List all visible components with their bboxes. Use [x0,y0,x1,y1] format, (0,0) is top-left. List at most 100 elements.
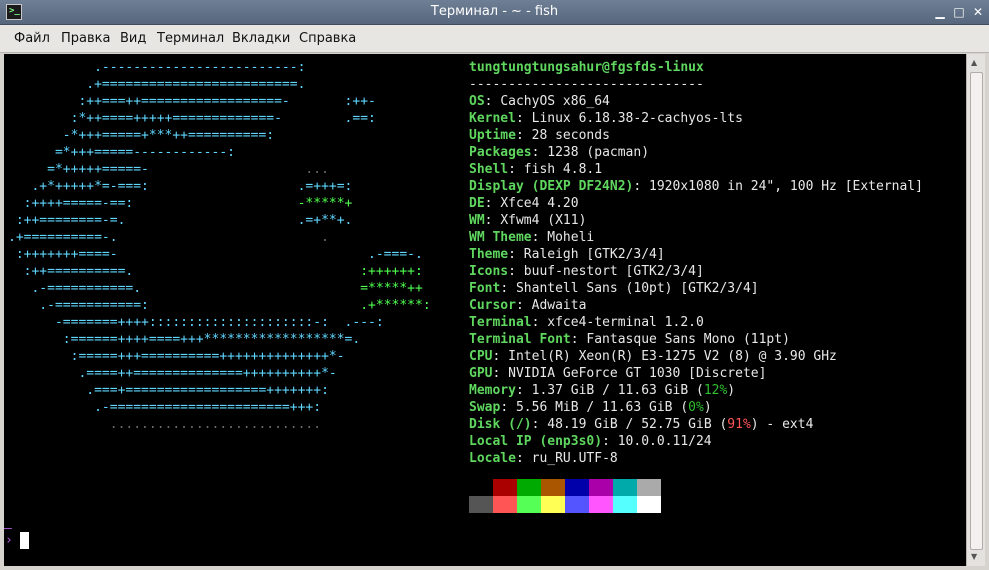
color-palette [469,479,661,513]
palette-swatch [541,479,565,496]
usage-percent: 0% [688,400,704,415]
system-info: tungtungtungsahur@fgsfds-linux ---------… [469,59,923,467]
info-key: Cursor [469,298,516,313]
logo-segment: . [117,230,329,245]
info-row: Theme: Raleigh [GTK2/3/4] [469,247,665,262]
info-key: Theme [469,247,509,262]
palette-swatch [565,479,589,496]
info-key: Display (DEXP DF24N2) [469,179,634,194]
info-value: 1238 (pacman) [547,145,650,160]
palette-bright-row [469,496,661,513]
logo-segment: .=+++=: [148,179,353,194]
logo-segment: .+*+++++*=-===: [8,179,149,194]
menu-file[interactable]: Файл [14,31,50,47]
info-value: fish 4.8.1 [523,162,603,177]
palette-swatch [493,479,517,496]
info-key: OS [469,94,485,109]
logo-segment: .-===-. [117,247,423,262]
text-cursor[interactable] [20,532,29,549]
info-key: Packages [469,145,532,160]
info-key: WM [469,213,485,228]
logo-segment: .====++==============++++++++++*- [8,366,337,381]
logo-segment: .-=======================+++: [8,400,322,415]
palette-swatch [493,496,517,513]
info-value: Xfce4 4.20 [500,196,579,211]
info-value: 10.0.0.11/24 [617,434,712,449]
menu-help[interactable]: Справка [299,31,356,47]
info-row: Terminal Font: Fantasque Sans Mono (11pt… [469,332,790,347]
info-value: 28 seconds [531,128,610,143]
info-row: DE: Xfce4 4.20 [469,196,579,211]
info-row: Shell: fish 4.8.1 [469,162,603,177]
info-row: Locale: ru_RU.UTF-8 [469,451,618,466]
info-key: Uptime [469,128,516,143]
scrollbar-thumb[interactable] [970,72,983,550]
info-key: Locale [469,451,516,466]
logo-segment: .-===========. [8,281,142,296]
maximize-button[interactable]: □ [952,5,966,19]
menu-bar: Файл Правка Вид Терминал Вкладки Справка [0,25,989,53]
info-key: Local IP (enp3s0) [469,434,603,449]
logo-segment: .+==========-. [8,230,118,245]
minimize-button[interactable]: ▁ [933,5,947,19]
logo-segment: =*+++++=====- [8,162,149,177]
logo-segment: -=======++++:::::::::::::::::::::-: .---… [8,315,384,330]
info-value: 1920x1080 in 24", 100 Hz [External] [649,179,923,194]
info-value: NVIDIA GeForce GT 1030 [Discrete] [508,366,767,381]
info-row: Disk (/): 48.19 GiB / 52.75 GiB (91%) - … [469,417,814,432]
info-value: 5.56 MiB / 11.63 GiB ( [515,400,689,415]
info-value: Fantasque Sans Mono (11pt) [586,332,790,347]
logo-segment: .-------------------------: [8,60,306,75]
info-row: Uptime: 28 seconds [469,128,610,143]
scroll-down-icon[interactable]: ▼ [971,552,977,561]
info-key: Disk (/) [469,417,532,432]
palette-swatch [613,496,637,513]
info-value: ru_RU.UTF-8 [531,451,618,466]
menu-tabs[interactable]: Вкладки [232,31,290,47]
palette-swatch [589,479,613,496]
info-value: Shantell Sans (10pt) [GTK2/3/4] [515,281,759,296]
info-row: Cursor: Adwaita [469,298,587,313]
logo-segment: :*++====+++++=============- .==: [8,111,376,126]
menu-terminal[interactable]: Терминал [157,31,224,47]
info-value: Adwaita [531,298,587,313]
logo-segment: :++++++: [133,264,423,279]
logo-segment: .-===========: [8,298,149,313]
logo-segment: :=====+++==========++++++++++++++*- [8,349,345,364]
logo-segment: =*+++=====------------: [8,145,235,160]
info-row: GPU: NVIDIA GeForce GT 1030 [Discrete] [469,366,767,381]
logo-segment: :++++=====-==: [8,196,134,211]
palette-swatch [637,479,661,496]
palette-swatch [541,496,565,513]
palette-swatch [517,496,541,513]
menu-edit[interactable]: Правка [61,31,110,47]
info-row: Display (DEXP DF24N2): 1920x1080 in 24",… [469,179,923,194]
vertical-scrollbar[interactable]: ▲ ▼ [966,54,985,566]
logo-segment: :++==========. [8,264,134,279]
palette-swatch [565,496,589,513]
distro-logo-ascii: .-------------------------: .+==========… [8,59,431,433]
terminal-output[interactable]: .-------------------------: .+==========… [4,54,966,566]
info-row: Local IP (enp3s0): 10.0.0.11/24 [469,434,712,449]
info-value-tail: ) [703,400,712,415]
info-row: Terminal: xfce4-terminal 1.2.0 [469,315,704,330]
info-row: WM Theme: Moheli [469,230,595,245]
info-value: Xfwm4 (X11) [500,213,587,228]
logo-segment: -*****+ [133,196,353,211]
info-value-tail: ) - ext4 [750,417,814,432]
palette-swatch [469,479,493,496]
info-key: Kernel [469,111,516,126]
info-value: buuf-nestort [GTK2/3/4] [523,264,704,279]
window-titlebar[interactable]: >_ Терминал - ~ - fish ▁ □ ✕ [0,0,989,25]
palette-normal-row [469,479,661,496]
info-key: Icons [469,264,509,279]
info-row: Font: Shantell Sans (10pt) [GTK2/3/4] [469,281,759,296]
close-button[interactable]: ✕ [971,5,985,19]
usage-percent: 12% [703,383,728,398]
info-key: GPU [469,366,493,381]
info-key: WM Theme [469,230,532,245]
logo-segment: :++===++==================- :++- [8,94,376,109]
info-row: Packages: 1238 (pacman) [469,145,650,160]
menu-view[interactable]: Вид [120,31,146,47]
scroll-up-icon[interactable]: ▲ [971,58,977,67]
